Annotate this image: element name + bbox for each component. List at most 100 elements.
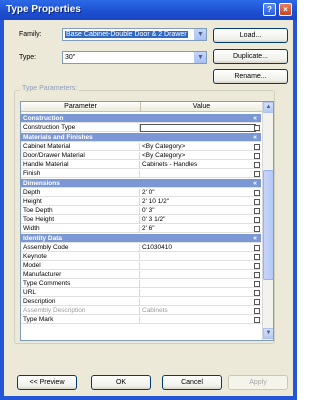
column-divider [139, 271, 140, 279]
preview-button[interactable]: << Preview [17, 375, 77, 390]
category-header[interactable]: Identity Data « [21, 234, 261, 243]
parameter-row[interactable]: Cabinet Material <By Category> [21, 143, 261, 151]
category-header[interactable]: Construction « [21, 114, 261, 123]
collapse-icon[interactable]: « [253, 234, 257, 243]
parameter-row[interactable]: Width 2' 6" [21, 225, 261, 233]
formula-checkbox[interactable] [254, 208, 260, 214]
parameter-row[interactable]: Keynote [21, 253, 261, 261]
formula-checkbox[interactable] [254, 171, 260, 177]
category-header[interactable]: Dimensions « [21, 179, 261, 188]
parameter-name: Depth [23, 189, 41, 196]
family-dropdown[interactable]: Base Cabinet-Double Door & 2 Drawer ▼ [62, 28, 207, 41]
parameter-value[interactable]: 2' 0" [142, 189, 260, 197]
formula-checkbox[interactable] [254, 245, 260, 251]
collapse-icon[interactable]: « [253, 179, 257, 188]
parameter-value[interactable]: Cabinets - Handles [142, 161, 260, 169]
parameter-row[interactable]: Assembly Code C1030410 [21, 244, 261, 252]
formula-checkbox[interactable] [254, 226, 260, 232]
cancel-button[interactable]: Cancel [162, 375, 222, 390]
parameter-value[interactable]: 0' 3 1/2" [142, 216, 260, 224]
column-divider [139, 170, 140, 178]
parameter-name: Height [23, 198, 42, 205]
parameter-row[interactable]: Height 2' 10 1/2" [21, 198, 261, 206]
rename-button[interactable]: Rename... [213, 69, 288, 84]
category-header[interactable]: Materials and Finishes « [21, 133, 261, 142]
parameter-row[interactable]: Door/Drawer Material <By Category> [21, 152, 261, 160]
formula-checkbox[interactable] [254, 190, 260, 196]
formula-checkbox[interactable] [254, 263, 260, 269]
help-button[interactable]: ? [263, 3, 276, 16]
scroll-down-button[interactable]: ▼ [263, 328, 273, 339]
scroll-thumb[interactable] [263, 170, 273, 280]
family-value: Base Cabinet-Double Door & 2 Drawer [65, 31, 188, 38]
parameter-value[interactable]: 0' 3" [142, 207, 260, 215]
ok-button[interactable]: OK [91, 375, 151, 390]
parameter-row[interactable]: Finish [21, 170, 261, 178]
formula-checkbox[interactable] [254, 217, 260, 223]
family-label: Family: [19, 31, 42, 38]
parameter-row[interactable]: Manufacturer [21, 271, 261, 279]
parameter-name: Type Comments [23, 280, 71, 287]
formula-checkbox[interactable] [254, 125, 260, 131]
column-divider [139, 152, 140, 160]
parameter-value[interactable]: 2' 6" [142, 225, 260, 233]
collapse-icon[interactable]: « [253, 133, 257, 142]
formula-checkbox[interactable] [254, 317, 260, 323]
column-divider [139, 216, 140, 224]
parameter-name: Description [23, 298, 56, 305]
column-header-value[interactable]: Value [140, 102, 262, 112]
close-button[interactable]: × [279, 3, 292, 16]
column-divider [139, 225, 140, 233]
formula-checkbox[interactable] [254, 308, 260, 314]
formula-checkbox[interactable] [254, 144, 260, 150]
parameter-name: Type Mark [23, 316, 54, 323]
category-label: Dimensions [23, 180, 60, 187]
chevron-down-icon: ▼ [194, 29, 206, 40]
parameter-row[interactable]: Type Mark [21, 316, 261, 324]
collapse-icon[interactable]: « [253, 114, 257, 123]
parameter-row[interactable]: Depth 2' 0" [21, 189, 261, 197]
duplicate-button[interactable]: Duplicate... [213, 49, 288, 64]
formula-checkbox[interactable] [254, 199, 260, 205]
window-title: Type Properties [6, 4, 81, 15]
type-dropdown[interactable]: 30" ▼ [62, 51, 207, 64]
formula-checkbox[interactable] [254, 290, 260, 296]
parameter-name: Construction Type [23, 124, 76, 131]
parameter-name: Toe Depth [23, 207, 53, 214]
column-divider [139, 253, 140, 261]
parameter-name: Toe Height [23, 216, 55, 223]
parameter-row[interactable]: Assembly Description Cabinets [21, 307, 261, 315]
formula-checkbox[interactable] [254, 272, 260, 278]
column-divider [139, 244, 140, 252]
parameter-row[interactable]: Handle Material Cabinets - Handles [21, 161, 261, 169]
parameter-row[interactable]: Model [21, 262, 261, 270]
formula-checkbox[interactable] [254, 153, 260, 159]
parameter-row[interactable]: Type Comments [21, 280, 261, 288]
parameter-value[interactable]: C1030410 [142, 244, 260, 252]
column-divider [139, 280, 140, 288]
parameter-value[interactable]: <By Category> [142, 143, 260, 151]
vertical-scrollbar[interactable]: ▲ ▼ [262, 102, 273, 340]
scroll-up-button[interactable]: ▲ [263, 102, 273, 113]
parameter-row[interactable]: Construction Type [21, 124, 261, 132]
parameter-row[interactable]: Toe Depth 0' 3" [21, 207, 261, 215]
formula-checkbox[interactable] [254, 299, 260, 305]
column-header-parameter[interactable]: Parameter [21, 102, 140, 112]
parameter-row[interactable]: URL [21, 289, 261, 297]
parameter-row[interactable]: Description [21, 298, 261, 306]
apply-button[interactable]: Apply [228, 375, 288, 390]
parameter-name: Door/Drawer Material [23, 152, 85, 159]
parameter-value[interactable]: Cabinets [142, 307, 260, 315]
column-divider [139, 307, 140, 315]
load-button[interactable]: Load... [213, 28, 288, 43]
formula-checkbox[interactable] [254, 254, 260, 260]
formula-checkbox[interactable] [254, 281, 260, 287]
formula-checkbox[interactable] [254, 162, 260, 168]
parameter-value[interactable]: <By Category> [142, 152, 260, 160]
scroll-up-icon: ▲ [265, 104, 272, 110]
parameter-row[interactable]: Toe Height 0' 3 1/2" [21, 216, 261, 224]
value-input[interactable] [140, 124, 256, 132]
parameter-name: Assembly Code [23, 244, 69, 251]
parameter-value[interactable]: 2' 10 1/2" [142, 198, 260, 206]
parameter-name: URL [23, 289, 37, 296]
